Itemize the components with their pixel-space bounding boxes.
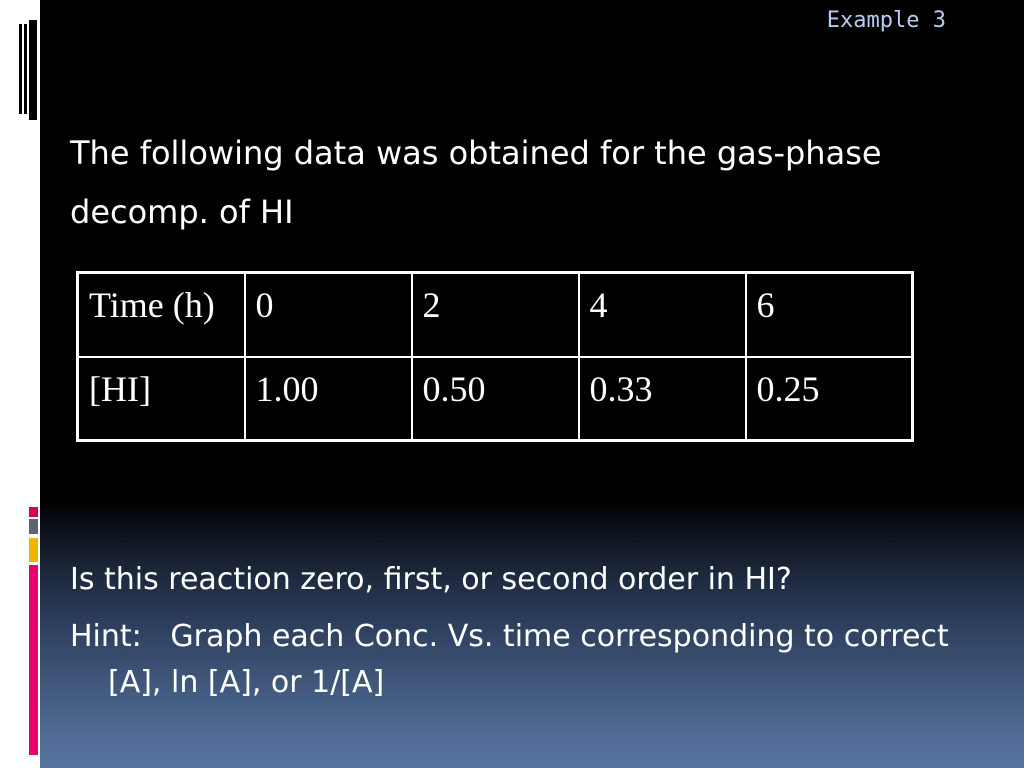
slide-deck-icon	[19, 20, 37, 120]
table-cell: 1.00	[243, 355, 413, 442]
intro-text: The following data was obtained for the …	[70, 134, 882, 231]
accent-bar-gray	[29, 519, 38, 534]
table-cell: 0.50	[410, 355, 580, 442]
table-row-concentration: [HI] 1.00 0.50 0.33 0.25	[76, 355, 914, 442]
table-cell: 0	[243, 271, 413, 358]
table-cell: 2	[410, 271, 580, 358]
hint-text: Hint: Graph each Conc. Vs. time correspo…	[70, 619, 949, 700]
table-cell: 4	[577, 271, 747, 358]
accent-bar-yellow	[29, 538, 38, 562]
table-row-time: Time (h) 0 2 4 6	[76, 271, 914, 358]
table-cell: 0.25	[744, 355, 914, 442]
data-table: Time (h) 0 2 4 6 [HI] 1.00 0.50 0.33 0.2…	[76, 271, 914, 442]
table-header-time: Time (h)	[76, 271, 246, 358]
slide-title: Example 3	[826, 8, 946, 33]
table-cell: 0.33	[577, 355, 747, 442]
accent-bar-pink	[29, 565, 38, 755]
question-text: Is this reaction zero, first, or second …	[70, 562, 792, 597]
accent-bar-red	[29, 507, 38, 517]
table-header-concentration: [HI]	[76, 355, 246, 442]
table-cell: 6	[744, 271, 914, 358]
